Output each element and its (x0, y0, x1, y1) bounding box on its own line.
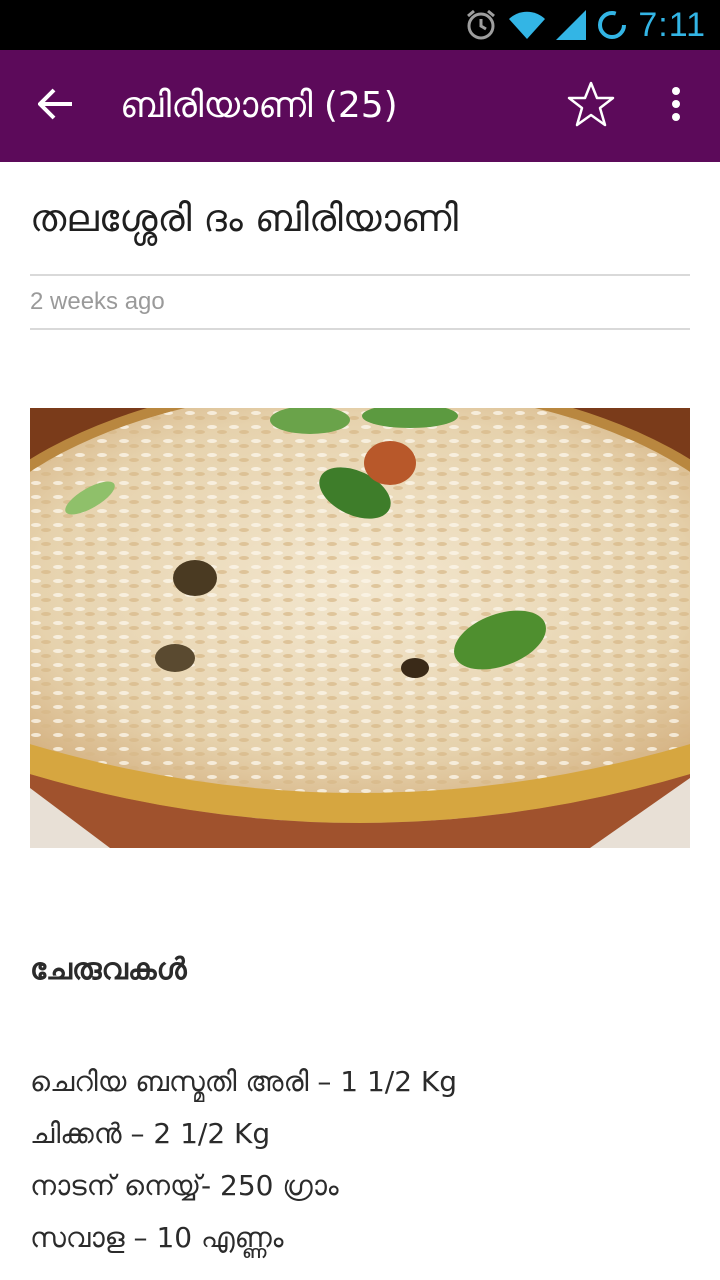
ingredient-item: ചെറിയ ബസ്മതി അരി – 1 1/2 Kg (30, 1065, 458, 1098)
status-time: 7:11 (638, 5, 706, 44)
favorite-button[interactable] (560, 76, 622, 136)
ingredient-item: സവാള – 10 എണ്ണം (30, 1221, 284, 1254)
ingredients-list: ചെറിയ ബസ്മതി അരി – 1 1/2 Kg ചിക്കൻ – 2 1… (30, 1056, 690, 1264)
sync-icon (596, 9, 628, 41)
more-vertical-icon (671, 86, 681, 126)
status-bar: 7:11 (0, 0, 720, 50)
overflow-menu-button[interactable] (650, 78, 702, 134)
recipe-photo (30, 408, 690, 848)
back-button[interactable] (28, 78, 84, 134)
arrow-left-icon (37, 88, 74, 124)
star-outline-icon (566, 80, 616, 132)
article-header: തലശ്ശേരി ദം ബിരിയാണി 2 weeks ago (30, 162, 690, 330)
ingredient-item: നാടന് നെയ്യ്- 250 ഗ്രാം (30, 1169, 339, 1202)
app-title: ബിരിയാണി (25) (120, 85, 398, 126)
alarm-icon (464, 8, 498, 42)
status-icons: 7:11 (464, 0, 706, 50)
app-bar: ബിരിയാണി (25) (0, 50, 720, 162)
ingredient-item: ചിക്കൻ – 2 1/2 Kg (30, 1117, 271, 1150)
recipe-title: തലശ്ശേരി ദം ബിരിയാണി (30, 196, 458, 240)
signal-icon (556, 10, 587, 40)
divider (30, 328, 690, 330)
ingredients-heading: ചേരുവകൾ (30, 952, 187, 987)
wifi-icon (508, 10, 546, 40)
posted-time: 2 weeks ago (30, 288, 165, 315)
